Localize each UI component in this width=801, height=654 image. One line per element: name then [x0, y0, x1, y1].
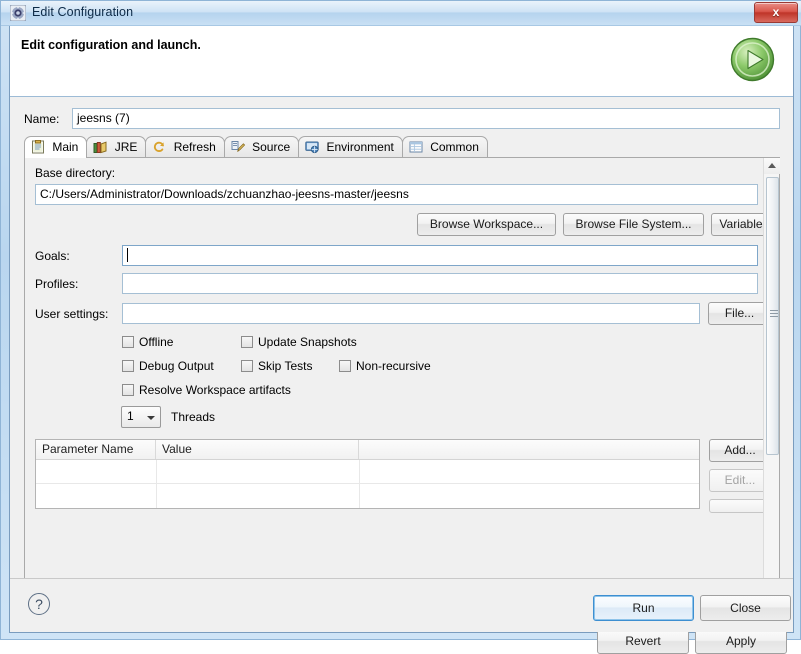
- checkbox-box: [241, 360, 253, 372]
- checkbox-debug-output-label: Debug Output: [139, 359, 214, 373]
- panel-scrollbar[interactable]: [763, 157, 780, 610]
- checkbox-skip-tests[interactable]: Skip Tests: [241, 359, 312, 373]
- scrollbar-thumb[interactable]: [766, 177, 779, 455]
- dialog-body: Name: jeesns (7) Main JRE Refresh Source…: [10, 98, 793, 654]
- clipboard-icon: [31, 139, 45, 154]
- tab-underline: [24, 157, 780, 158]
- remove-parameter-button: [709, 499, 764, 513]
- column-header-value[interactable]: Value: [156, 440, 359, 459]
- close-icon: x: [772, 5, 780, 19]
- tab-environment-label: Environment: [326, 140, 394, 154]
- tab-common[interactable]: Common: [401, 136, 488, 158]
- environment-icon: [305, 140, 319, 154]
- tab-refresh[interactable]: Refresh: [145, 136, 225, 158]
- checkbox-box: [122, 336, 134, 348]
- checkbox-resolve-workspace-artifacts[interactable]: Resolve Workspace artifacts: [122, 383, 291, 397]
- dialog-header: Edit configuration and launch.: [10, 26, 793, 97]
- refresh-icon: [152, 140, 166, 154]
- user-settings-label: User settings:: [35, 307, 109, 321]
- variables-button[interactable]: Variables...: [711, 213, 764, 236]
- tab-bar: Main JRE Refresh Source Environment Comm…: [24, 136, 780, 158]
- parameters-table[interactable]: Parameter Name Value: [35, 439, 700, 509]
- threads-label: Threads: [171, 410, 216, 424]
- cell-separator: [156, 460, 157, 483]
- browse-workspace-button[interactable]: Browse Workspace...: [417, 213, 556, 236]
- goals-input[interactable]: [122, 245, 758, 266]
- header-title: Edit configuration and launch.: [21, 38, 201, 52]
- user-settings-file-button[interactable]: File...: [708, 302, 764, 325]
- user-settings-input[interactable]: [122, 303, 700, 324]
- cell-separator: [156, 484, 157, 508]
- checkbox-box: [122, 384, 134, 396]
- column-header-spacer: [359, 440, 699, 459]
- checkbox-non-recursive[interactable]: Non-recursive: [339, 359, 431, 373]
- apply-button[interactable]: Apply: [695, 629, 787, 654]
- threads-value: 1: [127, 409, 134, 423]
- scroll-up-button[interactable]: [764, 157, 780, 174]
- table-row[interactable]: [36, 484, 699, 508]
- checkbox-offline[interactable]: Offline: [122, 335, 173, 349]
- tab-jre-label: JRE: [114, 140, 138, 154]
- goals-label: Goals:: [35, 249, 70, 263]
- profiles-input[interactable]: [122, 273, 758, 294]
- base-directory-input[interactable]: C:/Users/Administrator/Downloads/zchuanz…: [35, 184, 758, 205]
- text-caret: [127, 248, 128, 262]
- edit-parameter-button: Edit...: [709, 469, 764, 492]
- column-header-parameter-name[interactable]: Parameter Name: [36, 440, 156, 459]
- cell-separator: [359, 460, 360, 483]
- close-window-button[interactable]: x: [754, 2, 798, 23]
- name-label: Name:: [24, 112, 60, 126]
- books-icon: [93, 140, 107, 154]
- scrollbar-grip-icon: [770, 310, 778, 318]
- checkbox-box: [241, 336, 253, 348]
- close-button[interactable]: Close: [700, 595, 791, 621]
- browse-file-system-button[interactable]: Browse File System...: [563, 213, 704, 236]
- tab-refresh-label: Refresh: [173, 140, 216, 154]
- help-button[interactable]: ?: [28, 593, 50, 615]
- main-tab-content: Base directory: C:/Users/Administrator/D…: [25, 157, 764, 610]
- tab-source-label: Source: [252, 140, 291, 154]
- name-input[interactable]: jeesns (7): [72, 108, 780, 129]
- main-tab-panel: Base directory: C:/Users/Administrator/D…: [24, 157, 780, 612]
- checkbox-box: [122, 360, 134, 372]
- checkbox-box: [339, 360, 351, 372]
- configuration-name-row: Name: jeesns (7): [24, 108, 780, 130]
- cell-separator: [359, 484, 360, 508]
- base-directory-label: Base directory:: [35, 166, 116, 180]
- add-parameter-button[interactable]: Add...: [709, 439, 764, 462]
- chevron-down-icon: [147, 416, 155, 420]
- checkbox-offline-label: Offline: [139, 335, 174, 349]
- tab-main[interactable]: Main: [24, 136, 88, 158]
- checkbox-non-recursive-label: Non-recursive: [356, 359, 431, 373]
- dialog-footer: ? Run Close: [10, 578, 793, 632]
- common-icon: [409, 140, 423, 154]
- tab-common-label: Common: [430, 140, 479, 154]
- table-row[interactable]: [36, 460, 699, 484]
- checkbox-update-snapshots[interactable]: Update Snapshots: [241, 335, 357, 349]
- green-play-icon: [725, 32, 780, 87]
- run-button[interactable]: Run: [593, 595, 694, 621]
- window-title: Edit Configuration: [32, 5, 134, 19]
- profiles-label: Profiles:: [35, 277, 79, 291]
- tab-source[interactable]: Source: [223, 136, 300, 158]
- checkbox-skip-tests-label: Skip Tests: [258, 359, 313, 373]
- threads-combo[interactable]: 1: [121, 406, 161, 428]
- source-pencil-icon: [231, 140, 245, 154]
- tab-jre[interactable]: JRE: [86, 136, 147, 158]
- tab-main-label: Main: [52, 140, 79, 154]
- edit-configuration-window: Edit Configuration x Edit configuration …: [0, 0, 801, 654]
- revert-button[interactable]: Revert: [597, 629, 689, 654]
- checkbox-update-snapshots-label: Update Snapshots: [258, 335, 357, 349]
- checkbox-debug-output[interactable]: Debug Output: [122, 359, 214, 373]
- dialog-client-area: Edit configuration and launch. Name: jee…: [9, 26, 794, 654]
- gear-icon: [9, 4, 27, 22]
- checkbox-resolve-workspace-artifacts-label: Resolve Workspace artifacts: [139, 383, 291, 397]
- title-bar: Edit Configuration x: [1, 1, 801, 26]
- parameters-table-header: Parameter Name Value: [36, 440, 699, 460]
- tab-environment[interactable]: Environment: [298, 136, 403, 158]
